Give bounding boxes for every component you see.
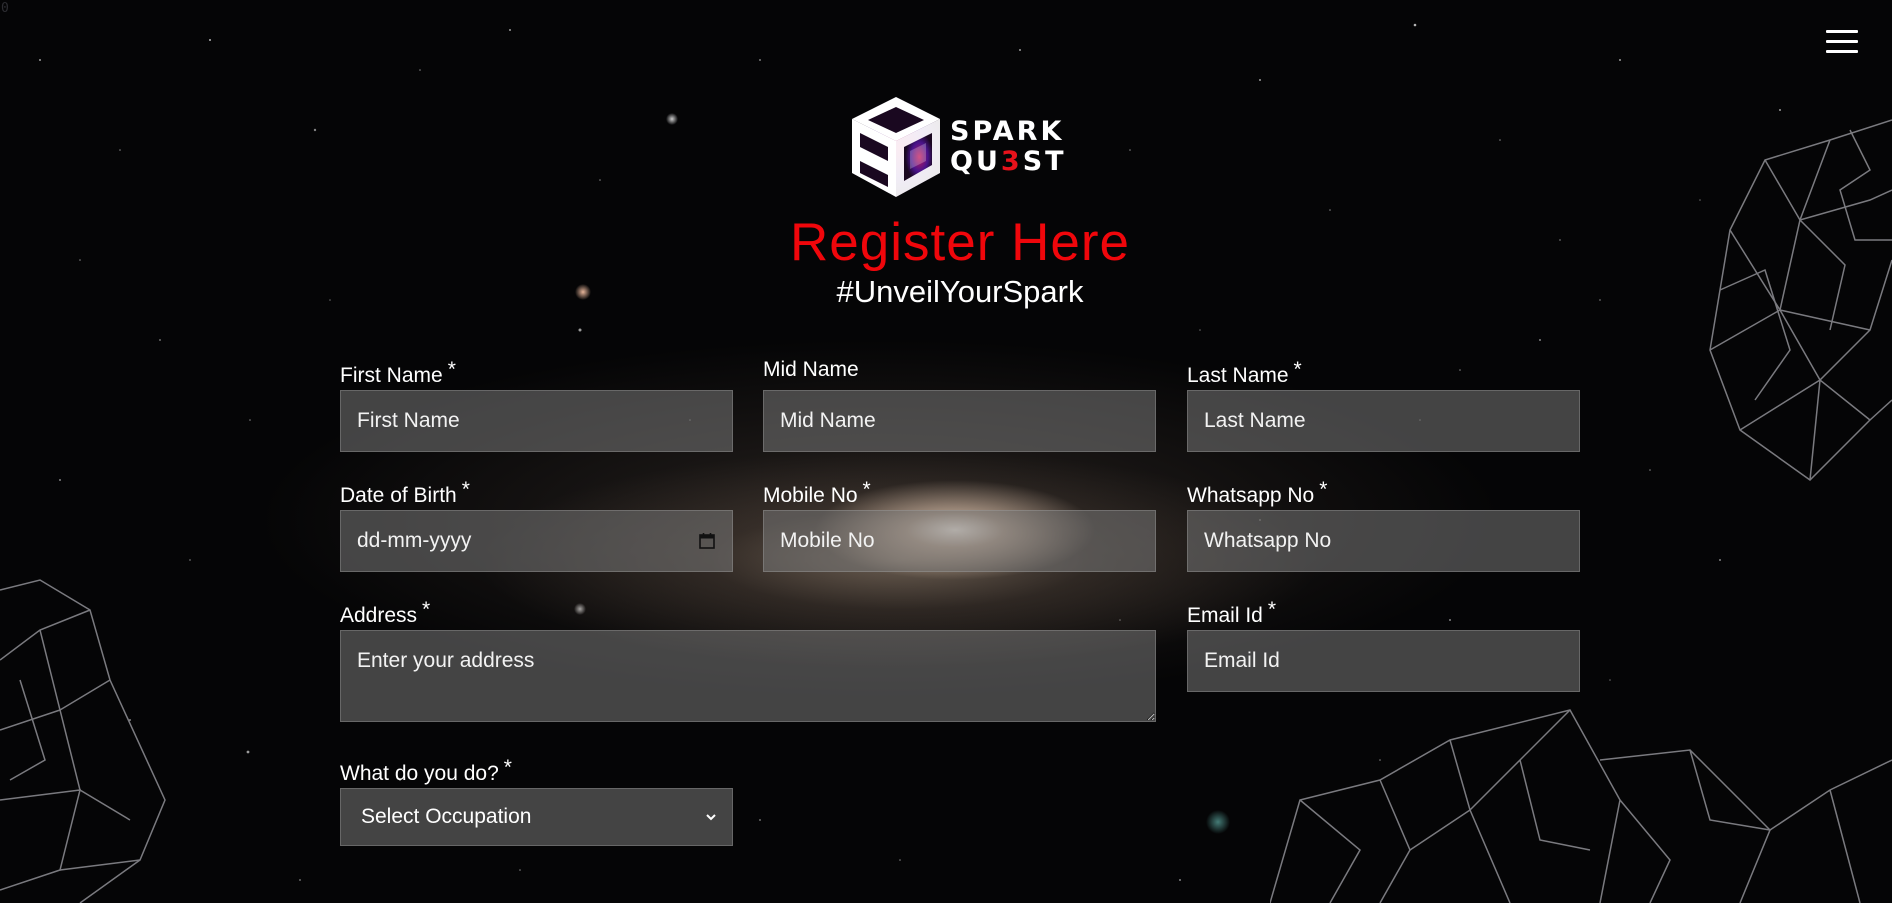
last-name-label: Last Name * <box>1187 358 1302 388</box>
dob-placeholder: dd-mm-yyyy <box>357 529 472 552</box>
occupation-label-text: What do you do? <box>340 762 499 785</box>
registration-page: 0 SPARK QU3ST Register Here #UnveilYourS… <box>0 0 1892 903</box>
first-name-input[interactable] <box>340 390 733 452</box>
required-mark: * <box>461 478 470 501</box>
email-label-text: Email Id <box>1187 604 1263 627</box>
mobile-no-input[interactable] <box>763 510 1156 572</box>
address-textarea[interactable] <box>340 630 1156 722</box>
menu-line <box>1826 29 1858 33</box>
email-label: Email Id * <box>1187 598 1276 628</box>
dob-label-text: Date of Birth <box>340 484 457 507</box>
corner-digit: 0 <box>1 1 9 16</box>
mobile-label-text: Mobile No <box>763 484 858 507</box>
logo-line-2-c: ST <box>1022 146 1067 177</box>
crystal-illustration-bottom <box>1270 709 1892 903</box>
address-label: Address * <box>340 598 430 628</box>
last-name-input[interactable] <box>1187 390 1580 452</box>
mid-name-label-text: Mid Name <box>763 358 859 381</box>
logo-wordmark: SPARK QU3ST <box>950 117 1067 177</box>
mid-name-label: Mid Name <box>763 358 859 382</box>
whatsapp-label: Whatsapp No * <box>1187 478 1327 508</box>
chevron-down-icon <box>706 814 716 821</box>
page-title: Register Here <box>790 213 1130 272</box>
whatsapp-label-text: Whatsapp No <box>1187 484 1315 507</box>
required-mark: * <box>1293 358 1302 381</box>
menu-line <box>1826 49 1858 53</box>
address-label-text: Address <box>340 604 418 627</box>
required-mark: * <box>447 358 456 381</box>
dob-label: Date of Birth * <box>340 478 470 508</box>
mobile-label: Mobile No * <box>763 478 871 508</box>
menu-line <box>1826 39 1858 43</box>
occupation-label: What do you do? * <box>340 756 512 786</box>
calendar-icon[interactable] <box>698 532 716 550</box>
required-mark: * <box>1319 478 1328 501</box>
last-name-label-text: Last Name <box>1187 364 1289 387</box>
first-name-label: First Name * <box>340 358 456 388</box>
logo-line-2: QU3ST <box>950 147 1067 177</box>
occupation-selected-value: Select Occupation <box>361 805 532 828</box>
crystal-illustration-left <box>0 579 166 903</box>
occupation-select[interactable]: Select Occupation <box>340 788 733 846</box>
spark-quest-logo[interactable]: SPARK QU3ST <box>848 95 1080 199</box>
required-mark: * <box>862 478 871 501</box>
mid-name-input[interactable] <box>763 390 1156 452</box>
first-name-label-text: First Name <box>340 364 443 387</box>
required-mark: * <box>1267 598 1277 621</box>
logo-line-2-b: 3 <box>1000 146 1023 177</box>
email-id-input[interactable] <box>1187 630 1580 692</box>
required-mark: * <box>422 598 431 621</box>
logo-cube-icon <box>852 97 940 197</box>
logo-line-1: SPARK <box>950 116 1065 147</box>
page-subtitle: #UnveilYourSpark <box>836 274 1084 309</box>
hamburger-menu-icon[interactable] <box>1826 24 1862 58</box>
logo-line-2-a: QU <box>950 146 1001 177</box>
whatsapp-no-input[interactable] <box>1187 510 1580 572</box>
date-of-birth-input[interactable]: dd-mm-yyyy <box>340 510 733 572</box>
crystal-illustration-right <box>1709 119 1892 481</box>
required-mark: * <box>503 756 512 779</box>
